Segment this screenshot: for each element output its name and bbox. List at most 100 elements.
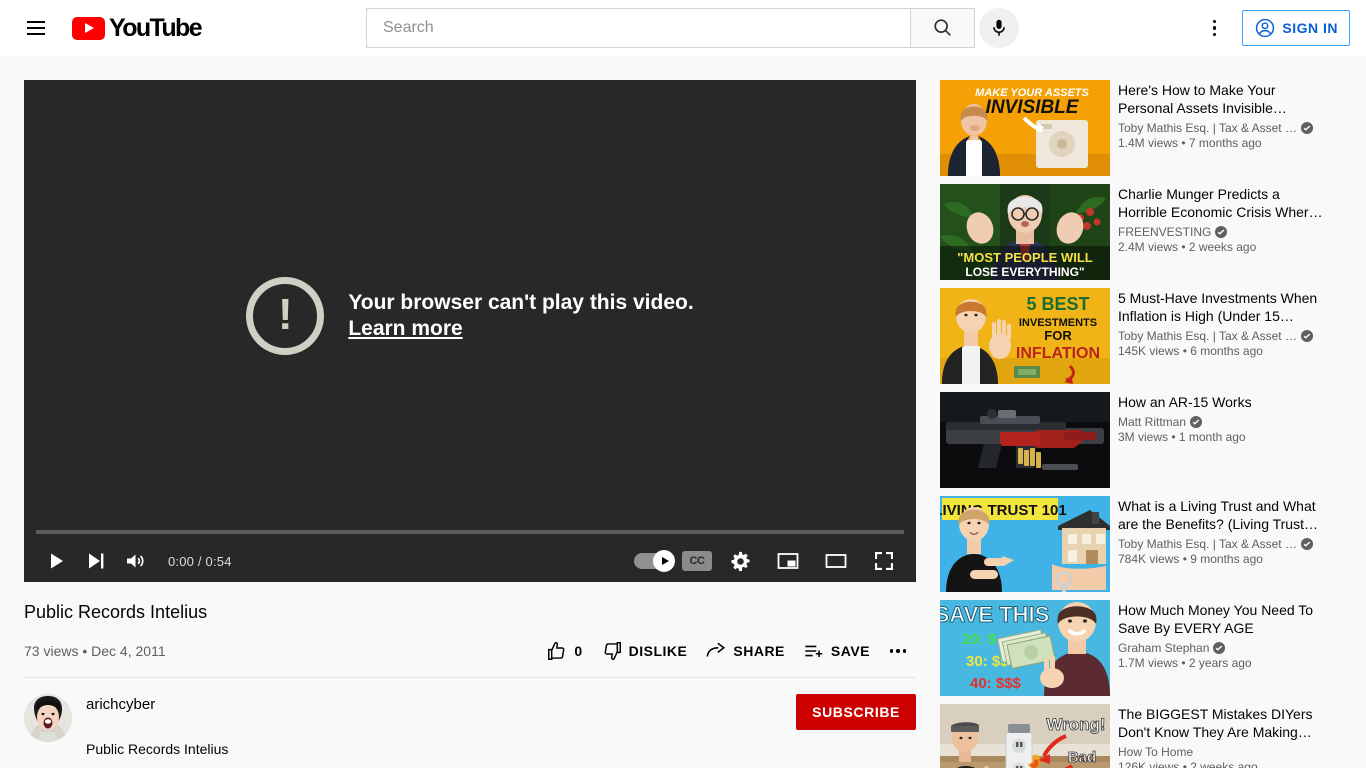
video-meta: 1.7M views • 2 years ago <box>1118 656 1252 670</box>
share-button[interactable]: SHARE <box>697 633 793 669</box>
video-title: How an AR-15 Works <box>1118 394 1252 410</box>
svg-text:20: $: 20: $ <box>962 631 997 648</box>
settings-button[interactable] <box>720 541 760 581</box>
search-box[interactable] <box>366 8 911 48</box>
video-actions: 0 DISLIKE SHARE SAVE <box>538 633 916 669</box>
subtitles-button[interactable]: CC <box>682 551 712 571</box>
youtube-wordmark: YouTube <box>109 13 203 42</box>
list-item[interactable]: LIVING TRUST 101 What is a Living Trust … <box>940 496 1342 592</box>
video-title: The BIGGEST Mistakes DIYers Don't Know T… <box>1118 706 1313 740</box>
channel-name[interactable]: arichcyber <box>86 696 228 713</box>
time-display: 0:00 / 0:54 <box>168 553 232 569</box>
search-icon <box>933 19 951 36</box>
page-title: Public Records Intelius <box>24 602 208 622</box>
verified-badge-icon <box>1215 226 1228 238</box>
svg-text:FOR: FOR <box>1044 328 1072 343</box>
more-actions-button[interactable] <box>880 633 916 669</box>
next-video-button[interactable] <box>76 541 116 581</box>
save-button[interactable]: SAVE <box>795 633 878 669</box>
like-button[interactable]: 0 <box>538 633 590 669</box>
learn-more-link[interactable]: Learn more <box>348 317 462 341</box>
playlist-add-icon <box>805 645 823 657</box>
thumbnail-art-munger-green: "MOST PEOPLE WILL LOSE EVERYTHING" <box>940 184 1110 280</box>
svg-text:LIVING TRUST 101: LIVING TRUST 101 <box>940 502 1067 519</box>
fullscreen-button[interactable] <box>864 541 904 581</box>
channel-name: Toby Mathis Esq. | Tax & Asset … <box>1118 537 1326 551</box>
recommendations-sidebar: MAKE YOUR ASSETS INVISIBLE Here's How to… <box>916 56 1342 768</box>
video-meta: 145K views • 6 months ago <box>1118 344 1263 358</box>
settings-menu-button[interactable] <box>1194 8 1234 48</box>
autoplay-knob <box>653 550 675 572</box>
channel-label: Toby Mathis Esq. | Tax & Asset … <box>1118 537 1297 551</box>
channel-label: Toby Mathis Esq. | Tax & Asset … <box>1118 329 1297 343</box>
miniplayer-icon <box>777 553 799 569</box>
list-item[interactable]: 5 BEST INVESTMENTS FOR INFLATION 5 Must-… <box>940 288 1342 384</box>
verified-badge-icon <box>1300 538 1313 550</box>
share-arrow-icon <box>706 642 726 657</box>
account-circle-icon <box>1256 18 1275 38</box>
dislike-label: DISLIKE <box>628 643 688 659</box>
svg-text:INFLATION: INFLATION <box>1016 345 1100 362</box>
list-item[interactable]: SAVE THIS 20: $ 30: $$ 40: $$$ How Much … <box>940 600 1342 696</box>
svg-text:SAVE THIS: SAVE THIS <box>940 602 1049 627</box>
dislike-button[interactable]: DISLIKE <box>593 633 696 669</box>
thumbnail-art-orange-safe: MAKE YOUR ASSETS INVISIBLE <box>940 80 1110 176</box>
video-title: What is a Living Trust and What are the … <box>1118 498 1318 532</box>
volume-button[interactable] <box>116 541 156 581</box>
list-item[interactable]: How an AR-15 Works Matt Rittman 3M views… <box>940 392 1342 488</box>
svg-text:Wrong!: Wrong! <box>1046 715 1105 734</box>
player-error-message: ! Your browser can't play this video. Le… <box>24 277 916 355</box>
play-icon <box>51 553 63 569</box>
list-item[interactable]: "MOST PEOPLE WILL LOSE EVERYTHING" Charl… <box>940 184 1342 280</box>
verified-badge-icon <box>1300 122 1313 134</box>
video-thumbnail[interactable]: "MOST PEOPLE WILL LOSE EVERYTHING" <box>940 184 1110 280</box>
channel-label: FREENVESTING <box>1118 225 1212 239</box>
channel-label: Graham Stephan <box>1118 641 1210 655</box>
video-info: The BIGGEST Mistakes DIYers Don't Know T… <box>1118 704 1326 768</box>
video-title: 5 Must-Have Investments When Inflation i… <box>1118 290 1318 324</box>
video-meta: 126K views • 2 weeks ago <box>1118 760 1258 768</box>
list-item[interactable]: Wrong! Bad The BIGGEST Mistakes DIYers D… <box>940 704 1342 768</box>
svg-text:LOSE EVERYTHING": LOSE EVERYTHING" <box>965 265 1084 279</box>
masthead: YouTube Search SIGN IN <box>0 0 1366 56</box>
video-thumbnail[interactable]: 5 BEST INVESTMENTS FOR INFLATION <box>940 288 1110 384</box>
video-info: How an AR-15 Works Matt Rittman 3M views… <box>1118 392 1326 488</box>
video-player[interactable]: ! Your browser can't play this video. Le… <box>24 80 916 582</box>
verified-badge-icon <box>1213 642 1226 654</box>
channel-info: arichcyber Public Records Intelius <box>86 694 228 757</box>
video-thumbnail[interactable] <box>940 392 1110 488</box>
video-meta: 2.4M views • 2 weeks ago <box>1118 240 1257 254</box>
microphone-icon <box>993 19 1005 36</box>
video-meta: 3M views • 1 month ago <box>1118 430 1246 444</box>
progress-bar[interactable] <box>36 530 904 535</box>
video-thumbnail[interactable]: LIVING TRUST 101 <box>940 496 1110 592</box>
verified-badge-icon <box>1300 330 1313 342</box>
video-title: Charlie Munger Predicts a Horrible Econo… <box>1118 186 1323 220</box>
svg-text:Bad: Bad <box>1068 749 1096 766</box>
verified-badge-icon <box>1190 416 1203 428</box>
video-info: What is a Living Trust and What are the … <box>1118 496 1326 592</box>
save-label: SAVE <box>830 643 870 659</box>
youtube-logo[interactable]: YouTube <box>72 8 203 48</box>
video-thumbnail[interactable]: MAKE YOUR ASSETS INVISIBLE <box>940 80 1110 176</box>
search-input[interactable] <box>383 19 902 37</box>
miniplayer-button[interactable] <box>768 541 808 581</box>
channel-label: How To Home <box>1118 745 1194 759</box>
autoplay-toggle[interactable] <box>634 550 675 572</box>
subscribe-button[interactable]: SUBSCRIBE <box>796 694 916 730</box>
fullscreen-icon <box>875 552 893 570</box>
voice-search-button[interactable] <box>979 8 1019 48</box>
sign-in-button[interactable]: SIGN IN <box>1242 10 1350 46</box>
hamburger-icon[interactable] <box>16 8 56 48</box>
video-thumbnail[interactable]: Wrong! Bad <box>940 704 1110 768</box>
progress-track <box>36 530 904 534</box>
avatar[interactable] <box>24 694 72 742</box>
list-item[interactable]: MAKE YOUR ASSETS INVISIBLE Here's How to… <box>940 80 1342 176</box>
search-button[interactable] <box>911 8 975 48</box>
video-thumbnail[interactable]: SAVE THIS 20: $ 30: $$ 40: $$$ <box>940 600 1110 696</box>
theater-mode-button[interactable] <box>816 541 856 581</box>
header-actions: SIGN IN <box>1194 8 1350 48</box>
play-button[interactable] <box>36 541 76 581</box>
share-label: SHARE <box>733 643 785 659</box>
video-info: How Much Money You Need To Save By EVERY… <box>1118 600 1326 696</box>
